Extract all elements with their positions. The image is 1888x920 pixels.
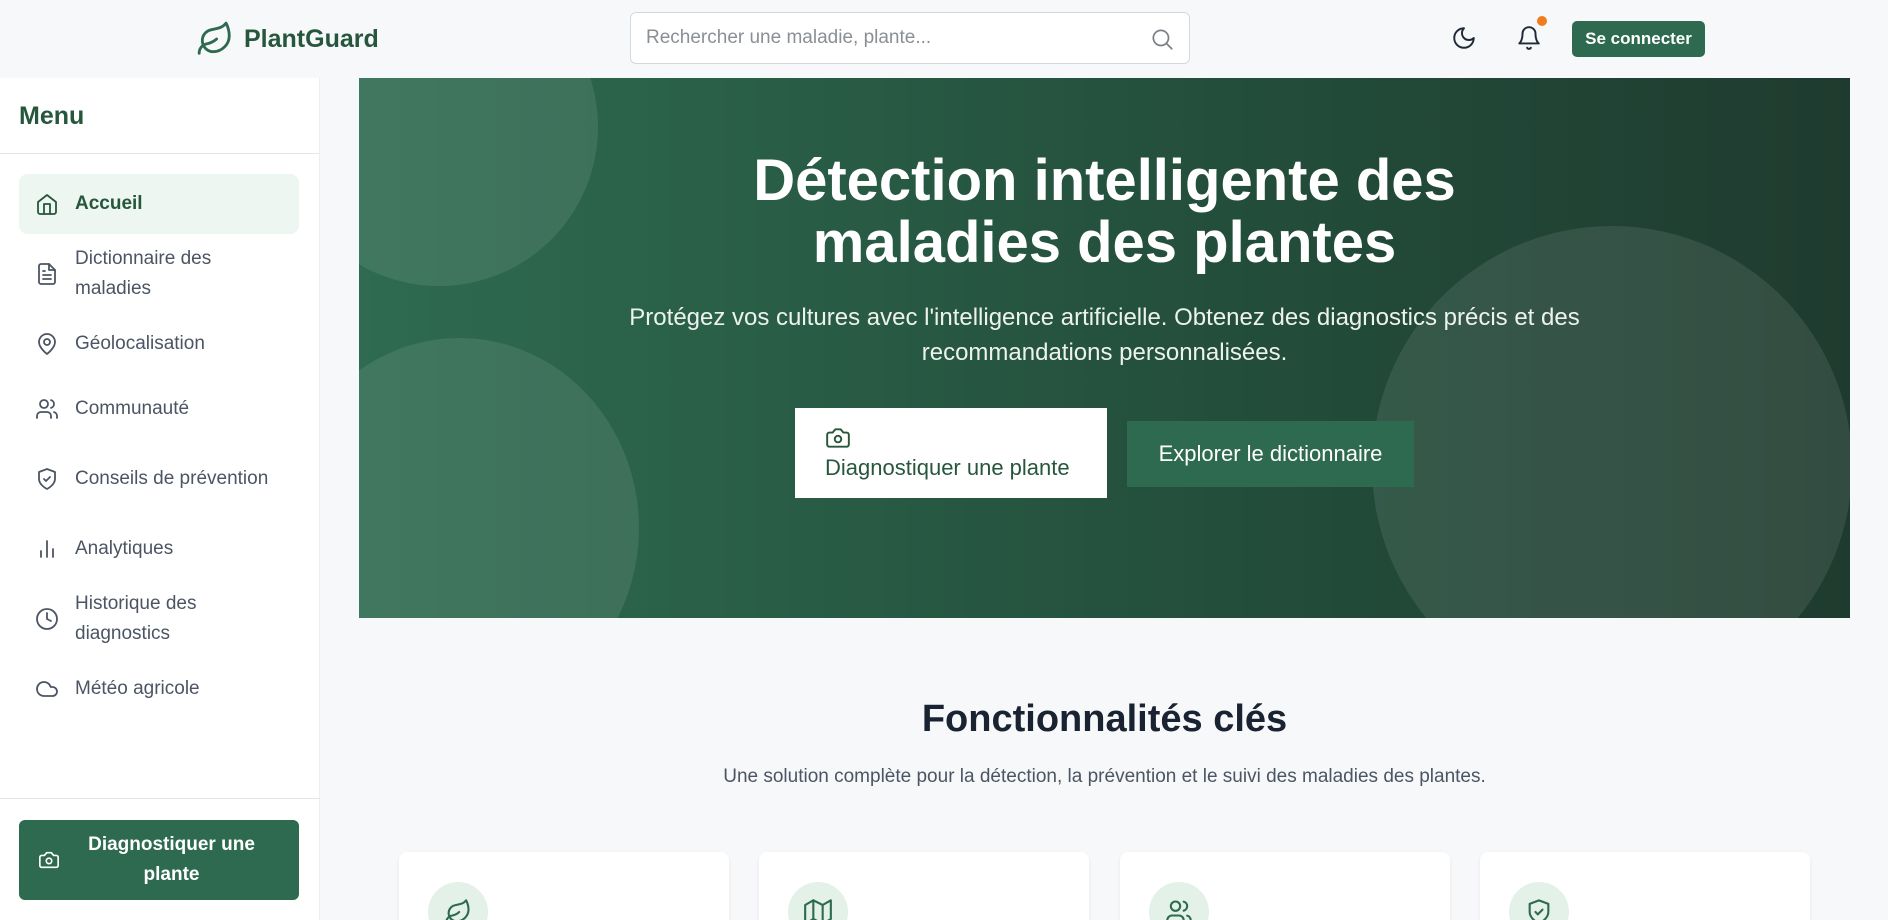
sidebar-item-historique[interactable]: Historique des diagnostics <box>19 584 299 654</box>
sidebar-item-communaute[interactable]: Communauté <box>19 379 299 439</box>
sidebar-item-label: Conseils de prévention <box>75 468 269 489</box>
document-icon <box>38 263 56 285</box>
login-button[interactable]: Se connecter <box>1572 21 1705 57</box>
features-subtitle: Une solution complète pour la détection,… <box>723 766 1486 787</box>
feature-card[interactable] <box>399 852 729 920</box>
brand-logo[interactable]: PlantGuard <box>196 20 379 58</box>
moon-icon <box>1453 27 1475 49</box>
feature-icon-wrap <box>428 882 488 920</box>
home-icon <box>37 194 57 215</box>
sidebar-title: Menu <box>0 78 319 154</box>
hero-explore-button[interactable]: Explorer le dictionnaire <box>1127 421 1414 487</box>
sidebar-diagnose-button[interactable]: Diagnostiquer une plante <box>19 820 299 900</box>
map-icon <box>804 899 832 920</box>
clock-icon <box>36 608 58 630</box>
users-icon <box>1166 900 1192 920</box>
sidebar-item-meteo[interactable]: Météo agricole <box>19 659 299 719</box>
search-input[interactable] <box>631 13 1189 63</box>
sidebar-item-label: Accueil <box>75 193 143 214</box>
feature-card[interactable] <box>1120 852 1450 920</box>
feature-card[interactable] <box>1480 852 1810 920</box>
notifications-button[interactable] <box>1513 16 1547 54</box>
sidebar-item-analytiques[interactable]: Analytiques <box>19 519 299 579</box>
hero-subtitle: Protégez vos cultures avec l'intelligenc… <box>629 304 1580 366</box>
hero-title-line-2: maladies des plantes <box>812 210 1397 275</box>
sidebar-nav: Accueil Dictionnaire des maladies Géoloc… <box>0 154 319 719</box>
shield-check-icon <box>1528 899 1550 920</box>
sidebar-item-geolocalisation[interactable]: Géolocalisation <box>19 314 299 374</box>
cloud-icon <box>36 681 58 697</box>
feature-icon-wrap <box>1509 882 1569 920</box>
search-bar <box>630 12 1190 64</box>
feature-icon-wrap <box>788 882 848 920</box>
leaf-icon <box>445 899 470 920</box>
feature-icon-wrap <box>1149 882 1209 920</box>
shield-check-icon <box>38 468 56 490</box>
top-header: PlantGuard Se connecter <box>0 0 1888 78</box>
sidebar-item-label: Communauté <box>75 398 190 419</box>
notification-badge <box>1537 16 1547 26</box>
bell-icon <box>1518 26 1540 50</box>
sidebar-item-label: Dictionnaire des maladies <box>75 248 212 299</box>
sidebar-item-dictionnaire[interactable]: Dictionnaire des maladies <box>19 239 299 309</box>
sidebar-item-conseils[interactable]: Conseils de prévention <box>19 444 299 514</box>
sidebar-item-label: Analytiques <box>75 538 174 559</box>
sidebar-diagnose-label: Diagnostiquer une plante <box>88 834 255 885</box>
hero-diagnose-button[interactable]: Diagnostiquer une plante <box>795 408 1107 498</box>
features-title: Fonctionnalités clés <box>921 698 1288 740</box>
map-pin-icon <box>38 333 56 355</box>
sidebar: Menu Accueil Dictionnaire des maladies G… <box>0 78 320 920</box>
hero-title-line-1: Détection intelligente des <box>753 148 1456 213</box>
decorative-circle <box>1372 226 1850 618</box>
sidebar-item-label: Météo agricole <box>75 678 200 699</box>
sidebar-item-label: Géolocalisation <box>75 333 205 354</box>
search-icon[interactable] <box>1149 26 1175 52</box>
bar-chart-icon <box>40 540 54 558</box>
hero-diagnose-label: Diagnostiquer une plante <box>825 455 1070 480</box>
users-icon <box>36 399 58 419</box>
camera-icon <box>826 428 850 448</box>
feature-card[interactable] <box>759 852 1089 920</box>
brand-name: PlantGuard <box>244 24 379 53</box>
theme-toggle-button[interactable] <box>1448 22 1480 54</box>
sidebar-divider <box>0 798 320 799</box>
hero-title: Détection intelligente des maladies des … <box>359 150 1850 274</box>
hero-banner: Détection intelligente des maladies des … <box>359 78 1850 618</box>
camera-icon <box>39 851 59 869</box>
sidebar-item-accueil[interactable]: Accueil <box>19 174 299 234</box>
sidebar-item-label: Historique des diagnostics <box>75 593 197 644</box>
decorative-circle <box>359 338 639 618</box>
leaf-logo-icon <box>197 21 231 55</box>
